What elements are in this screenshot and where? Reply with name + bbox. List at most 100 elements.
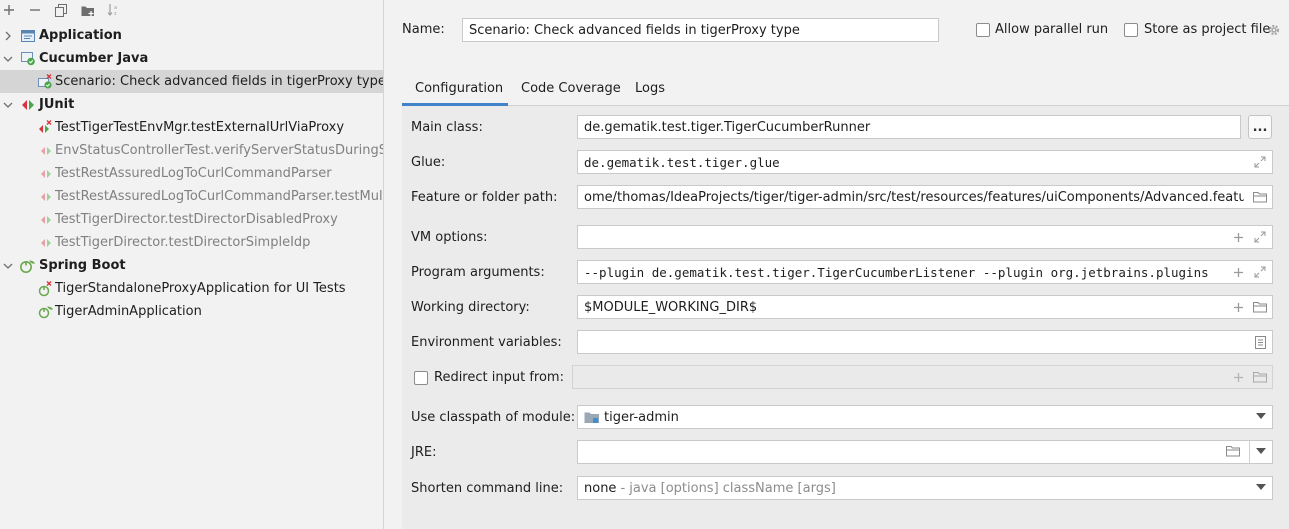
chevron-down-icon[interactable] (2, 260, 14, 272)
junit-test-icon (38, 235, 54, 251)
shorten-command-line-select[interactable]: none - java [options] className [args] (577, 476, 1273, 500)
copy-icon[interactable] (52, 1, 70, 19)
cucumber-scenario-failed-icon (38, 73, 54, 90)
new-folder-icon[interactable] (79, 1, 97, 19)
junit-icon (20, 97, 36, 113)
chevron-down-icon[interactable] (1256, 413, 1266, 419)
tree-item-label: EnvStatusControllerTest.verifyServerStat… (55, 143, 383, 158)
run-config-editor: Name: Scenario: Check advanced fields in… (385, 0, 1289, 529)
tree-toolbar: az (0, 0, 383, 20)
cucumber-icon (20, 51, 36, 67)
gear-icon[interactable] (1267, 23, 1281, 37)
folder-icon[interactable] (1252, 189, 1268, 205)
tree-item-junit[interactable]: EnvStatusControllerTest.verifyServerStat… (0, 139, 383, 162)
tree-group-cucumber-java[interactable]: Cucumber Java (0, 47, 383, 70)
document-icon[interactable] (1252, 334, 1268, 350)
shorten-command-line-hint: - java [options] className [args] (620, 480, 836, 496)
tree-item-spring[interactable]: TigerStandaloneProxyApplication for UI T… (0, 277, 383, 300)
program-arguments-input[interactable]: --plugin de.gematik.test.tiger.TigerCucu… (577, 260, 1273, 284)
tree-item-spring[interactable]: TigerAdminApplication (0, 300, 383, 323)
folder-icon[interactable] (1252, 369, 1268, 385)
main-class-input[interactable]: de.gematik.test.tiger.TigerCucumberRunne… (577, 115, 1241, 139)
redirect-input-field[interactable] (572, 365, 1273, 389)
add-icon[interactable] (1230, 299, 1246, 315)
tree-item-junit[interactable]: TestTigerTestEnvMgr.testExternalUrlViaPr… (0, 116, 383, 139)
tab-code-coverage[interactable]: Code Coverage (521, 76, 621, 106)
junit-test-failed-icon (38, 119, 54, 136)
junit-test-icon (38, 189, 54, 205)
field-icons (1252, 154, 1268, 170)
vm-options-input[interactable] (577, 225, 1273, 249)
feature-path-label: Feature or folder path: (411, 190, 558, 205)
tree-group-junit[interactable]: JUnit (0, 93, 383, 116)
browse-main-class-button[interactable]: ... (1248, 115, 1272, 139)
tree-group-application[interactable]: Application (0, 24, 383, 47)
remove-icon[interactable] (26, 1, 44, 19)
spring-boot-icon (20, 258, 36, 274)
run-config-tree-panel: az Application Cucumber Java Scenario: C… (0, 0, 384, 529)
classpath-module-label: Use classpath of module: (411, 410, 576, 425)
add-icon[interactable] (1230, 229, 1246, 245)
tree-item-label: Scenario: Check advanced fields in tiger… (55, 74, 384, 89)
dropdown-separator (1249, 441, 1250, 463)
add-icon[interactable] (1230, 369, 1246, 385)
tree-item-label: TestRestAssuredLogToCurlCommandParser (55, 166, 332, 181)
program-arguments-value: --plugin de.gematik.test.tiger.TigerCucu… (584, 264, 1209, 280)
name-input[interactable]: Scenario: Check advanced fields in tiger… (462, 18, 939, 42)
expand-icon[interactable] (1252, 229, 1268, 245)
tree-item-selected-scenario[interactable]: Scenario: Check advanced fields in tiger… (0, 70, 384, 93)
store-as-project-file-checkbox[interactable] (1124, 23, 1138, 37)
redirect-input-label: Redirect input from: (434, 370, 564, 385)
expand-icon[interactable] (1252, 154, 1268, 170)
tree-item-junit[interactable]: TestTigerDirector.testDirectorSimpleIdp (0, 231, 383, 254)
tree-item-label: TigerAdminApplication (55, 304, 202, 319)
junit-test-icon (38, 143, 54, 159)
glue-label: Glue: (411, 155, 446, 170)
field-icons (1252, 334, 1268, 350)
store-as-project-file-label: Store as project file (1144, 22, 1271, 37)
tab-logs[interactable]: Logs (635, 76, 665, 106)
chevron-right-icon[interactable] (2, 30, 14, 42)
tree-item-label: TestRestAssuredLogToCurlCommandParser.te… (55, 189, 383, 204)
glue-input[interactable]: de.gematik.test.tiger.glue (577, 150, 1273, 174)
jre-label: JRE: (411, 445, 437, 460)
application-icon (20, 28, 36, 44)
field-icons (1252, 189, 1268, 205)
allow-parallel-run-checkbox[interactable] (976, 23, 990, 37)
tab-configuration[interactable]: Configuration (402, 76, 508, 106)
environment-variables-input[interactable] (577, 330, 1273, 354)
add-icon[interactable] (0, 1, 18, 19)
svg-text:z: z (114, 11, 117, 17)
chevron-down-icon[interactable] (1256, 448, 1266, 454)
field-icons (1230, 369, 1268, 385)
chevron-down-icon[interactable] (1256, 484, 1266, 490)
folder-icon[interactable] (1252, 299, 1268, 315)
tree-group-spring-boot[interactable]: Spring Boot (0, 254, 383, 277)
chevron-down-icon[interactable] (2, 99, 14, 111)
junit-test-icon (38, 212, 54, 228)
chevron-down-icon[interactable] (2, 53, 14, 65)
name-label: Name: (402, 22, 445, 37)
feature-path-value: ome/thomas/IdeaProjects/tiger/tiger-admi… (584, 189, 1244, 205)
tree-item-label: TestTigerDirector.testDirectorDisabledPr… (55, 212, 338, 227)
add-icon[interactable] (1230, 264, 1246, 280)
redirect-input-checkbox[interactable] (414, 371, 428, 385)
tree-item-junit[interactable]: TestTigerDirector.testDirectorDisabledPr… (0, 208, 383, 231)
sort-icon[interactable]: az (105, 1, 123, 19)
working-directory-value: $MODULE_WORKING_DIR$ (584, 299, 758, 315)
classpath-module-select[interactable]: tiger-admin (577, 405, 1273, 429)
shorten-command-line-label: Shorten command line: (411, 481, 564, 496)
feature-path-input[interactable]: ome/thomas/IdeaProjects/tiger/tiger-admi… (577, 185, 1273, 209)
program-arguments-label: Program arguments: (411, 265, 545, 280)
tree-item-junit[interactable]: TestRestAssuredLogToCurlCommandParser.te… (0, 185, 383, 208)
expand-icon[interactable] (1252, 264, 1268, 280)
module-folder-icon (584, 410, 600, 424)
folder-icon[interactable] (1226, 445, 1242, 461)
tree-item-junit[interactable]: TestRestAssuredLogToCurlCommandParser (0, 162, 383, 185)
main-class-label: Main class: (411, 120, 483, 135)
spring-boot-failed-icon (38, 280, 54, 297)
field-icons (1230, 229, 1268, 245)
spring-boot-icon (38, 304, 54, 320)
working-directory-input[interactable]: $MODULE_WORKING_DIR$ (577, 295, 1273, 319)
jre-select[interactable] (577, 440, 1273, 464)
